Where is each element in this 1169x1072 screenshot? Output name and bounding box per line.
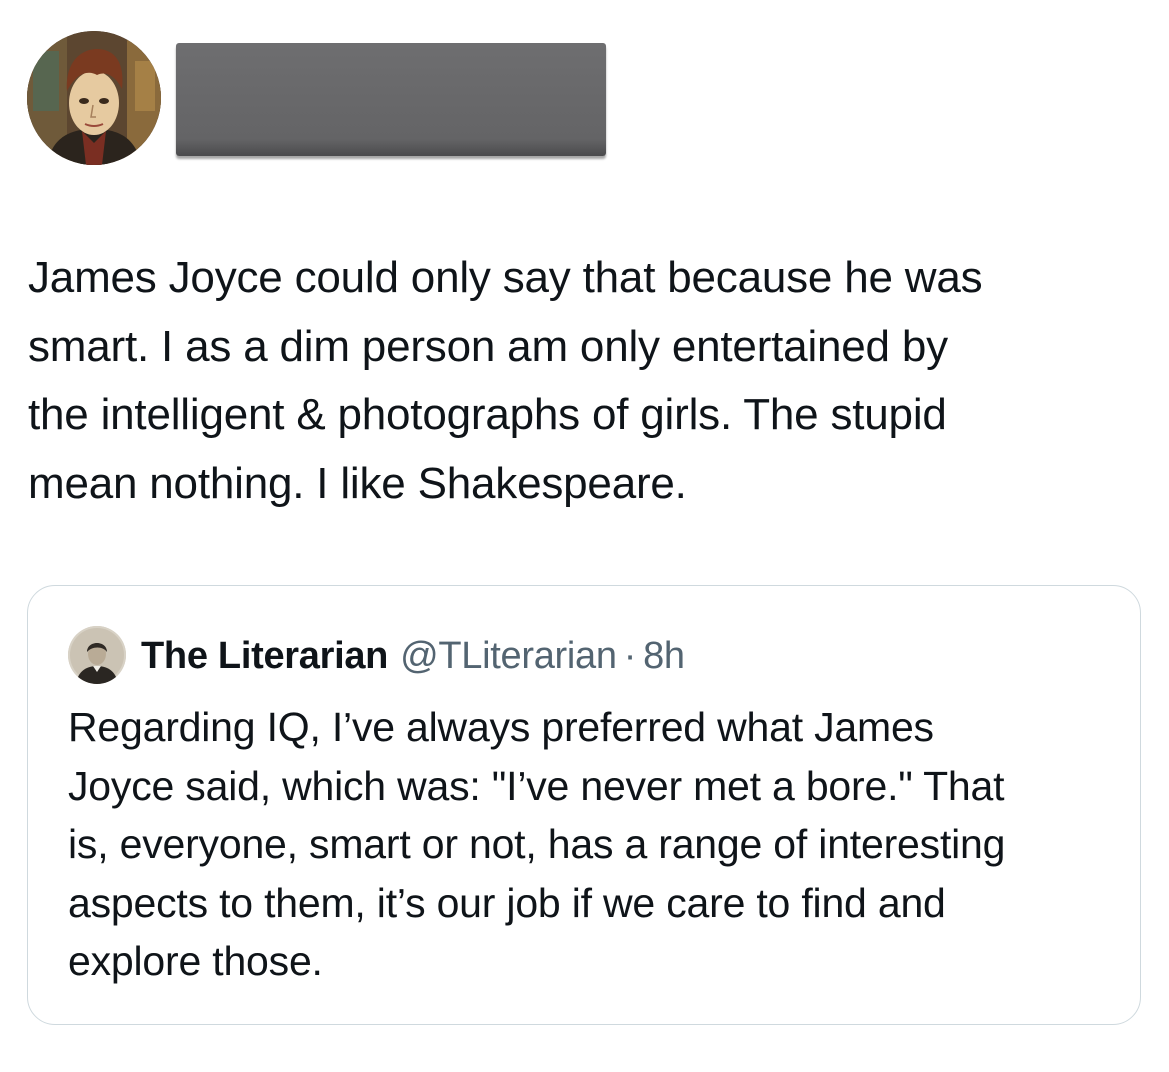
separator-dot: ·: [623, 634, 637, 677]
quoted-tweet-text: Regarding IQ, I’ve always preferred what…: [68, 704, 1006, 984]
vintage-photo-avatar-icon: [68, 626, 126, 684]
quoted-tweet-card[interactable]: The Literarian @TLiterarian · 8h Regardi…: [27, 585, 1141, 1025]
portrait-painting-avatar-icon: [27, 31, 161, 165]
author-avatar[interactable]: [27, 31, 161, 165]
quoted-author-handle[interactable]: @TLiterarian: [400, 635, 617, 678]
redacted-author-name: [176, 43, 606, 156]
quoted-author-avatar[interactable]: [68, 626, 126, 684]
post-text: James Joyce could only say that because …: [28, 253, 983, 508]
quoted-timestamp[interactable]: 8h: [643, 635, 685, 678]
quoted-tweet-header: The Literarian @TLiterarian · 8h: [141, 628, 685, 684]
quoted-author-name[interactable]: The Literarian: [141, 635, 388, 678]
